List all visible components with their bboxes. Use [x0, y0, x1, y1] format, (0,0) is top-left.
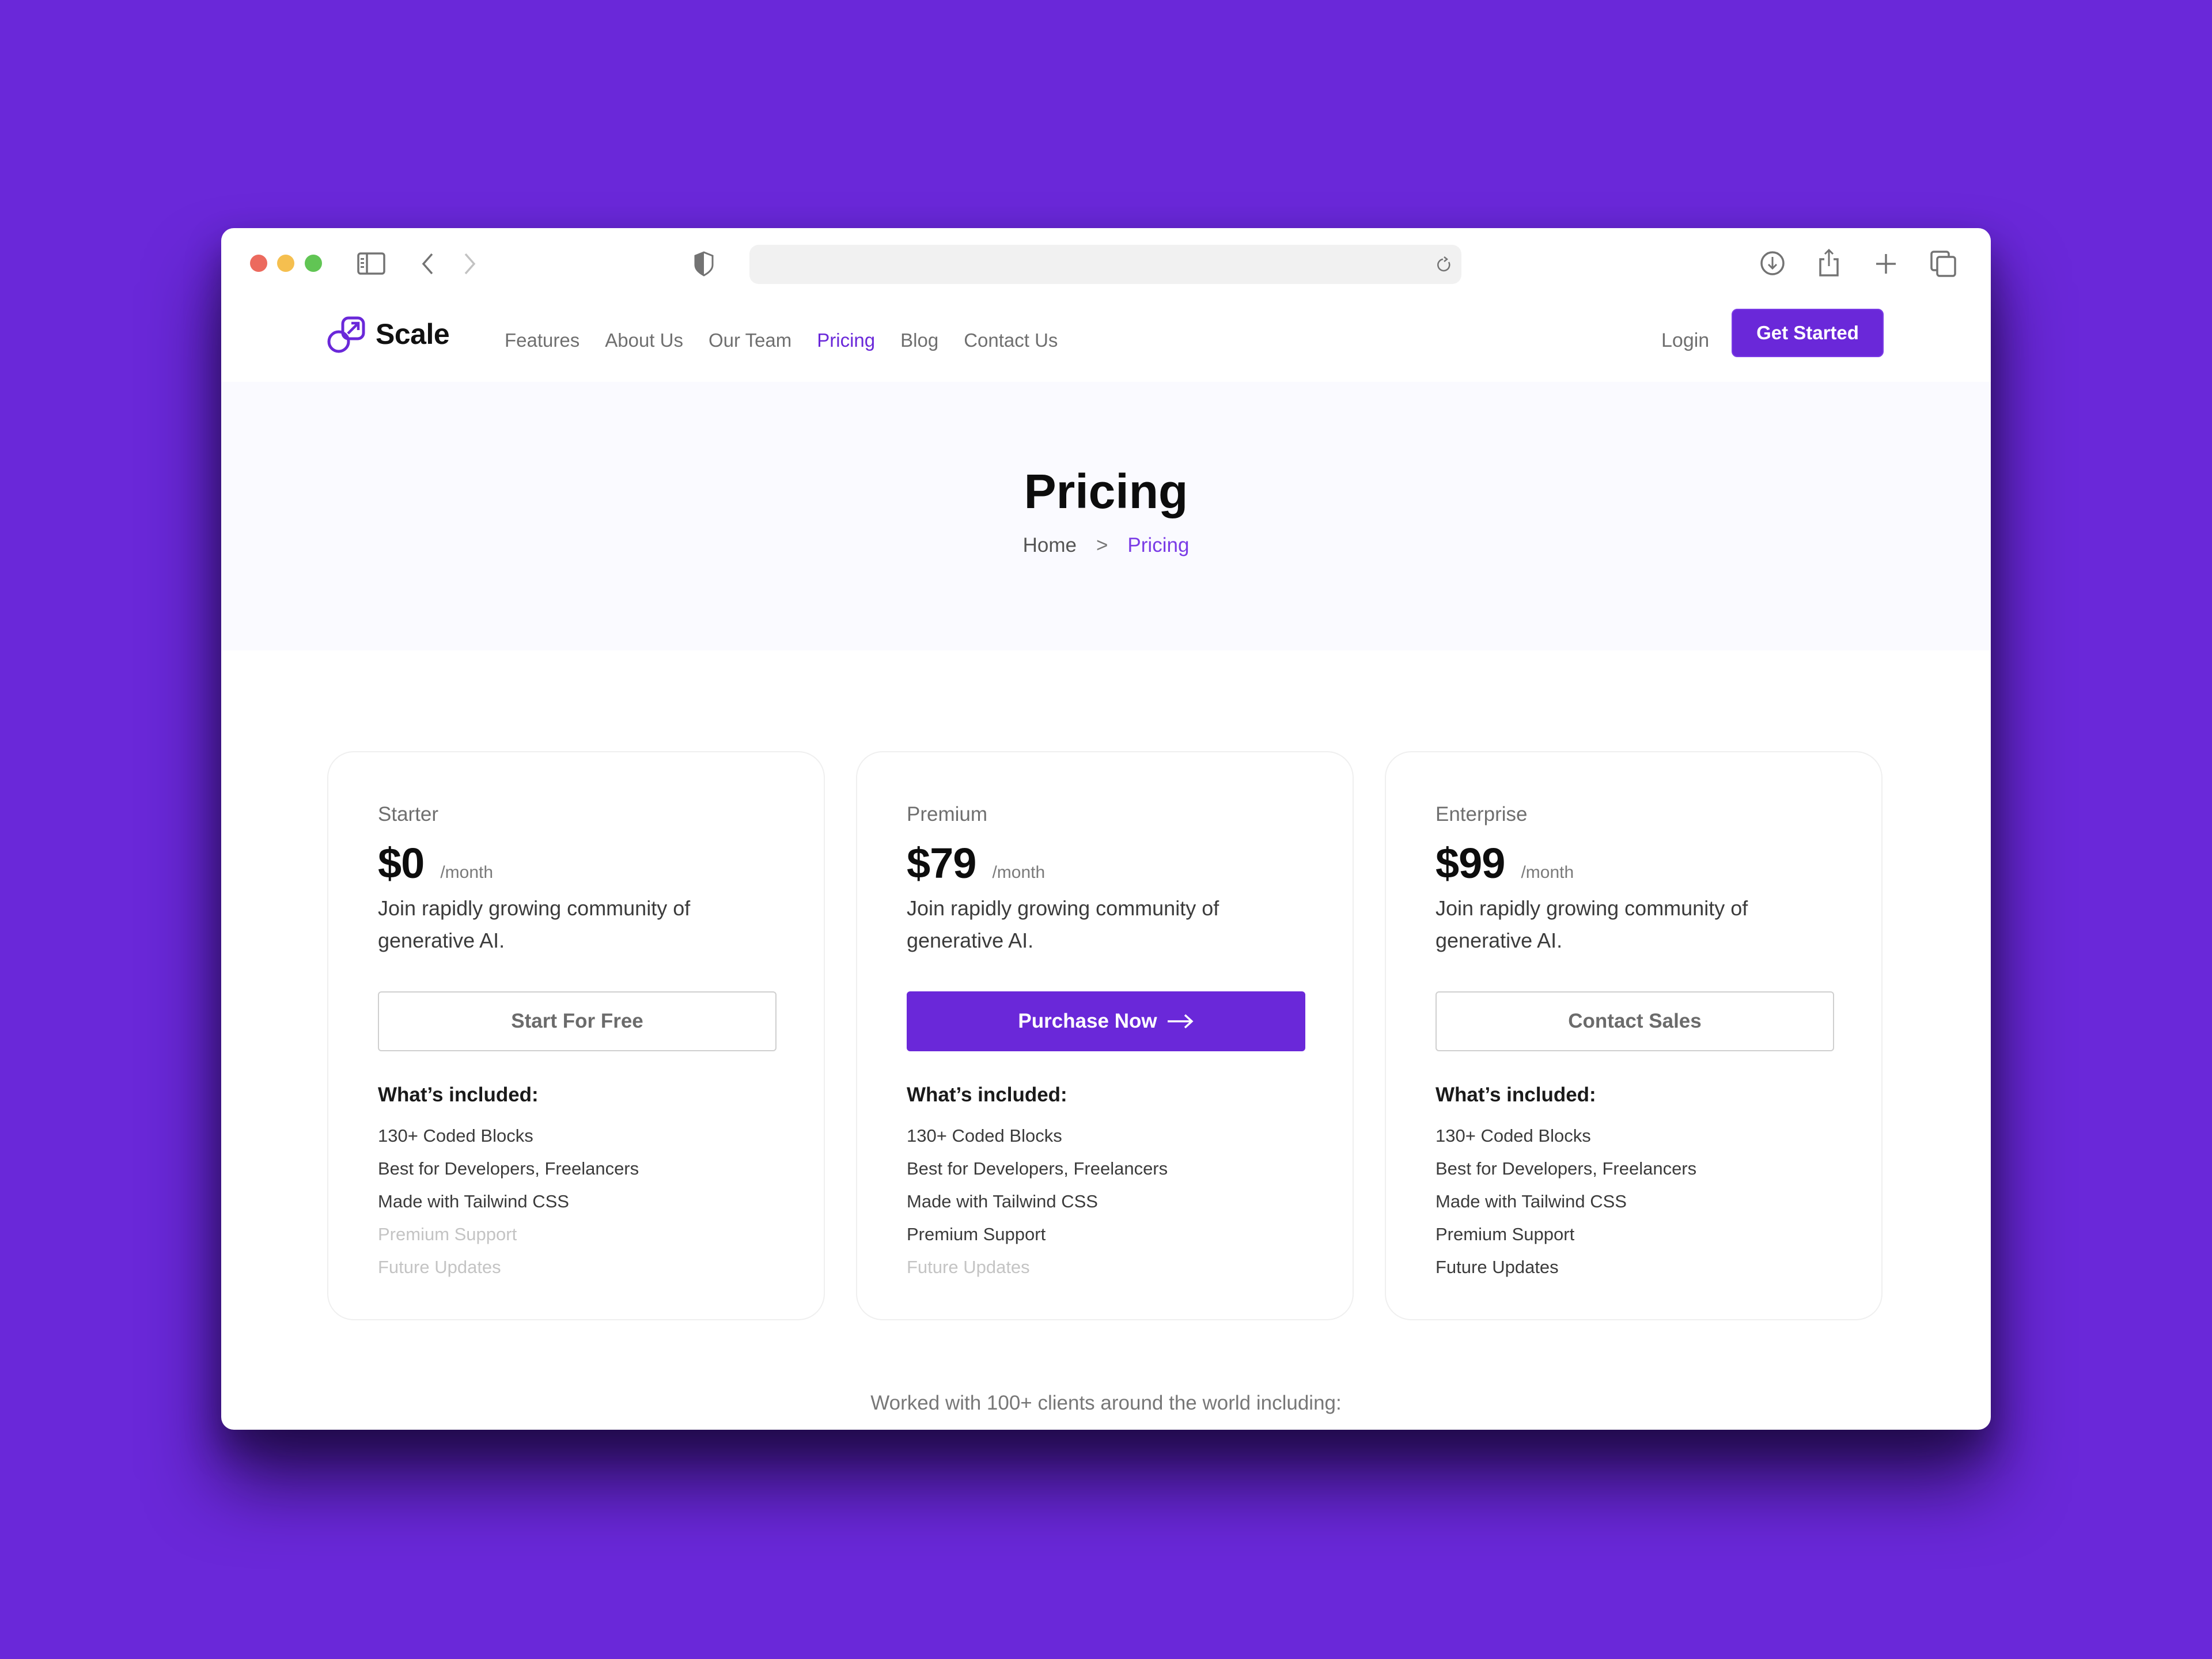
minimize-window-button[interactable]	[277, 255, 294, 272]
close-window-button[interactable]	[250, 255, 267, 272]
page-hero: Pricing Home > Pricing	[221, 382, 1991, 650]
feature-item: Best for Developers, Freelancers	[1435, 1158, 1697, 1179]
nav-link-pricing[interactable]: Pricing	[817, 329, 875, 351]
share-icon[interactable]	[1817, 248, 1841, 278]
tabs-overview-icon[interactable]	[1930, 250, 1957, 278]
price-row: $0 /month	[378, 839, 774, 888]
feature-list: 130+ Coded Blocks Best for Developers, F…	[907, 1119, 1303, 1283]
get-started-button[interactable]: Get Started	[1732, 309, 1884, 357]
button-label: Contact Sales	[1568, 1010, 1702, 1032]
button-label: Purchase Now	[1018, 1010, 1157, 1032]
purchase-now-button[interactable]: Purchase Now	[907, 991, 1305, 1051]
sidebar-icon[interactable]	[357, 252, 386, 275]
contact-sales-button[interactable]: Contact Sales	[1435, 991, 1834, 1051]
nav-link-about-us[interactable]: About Us	[605, 329, 683, 351]
pricing-cards: Starter $0 /month Join rapidly growing c…	[327, 751, 1883, 1320]
shield-icon[interactable]	[694, 251, 714, 276]
plan-price: $99	[1435, 839, 1505, 887]
plan-description: Join rapidly growing community of genera…	[378, 896, 691, 952]
nav-link-our-team[interactable]: Our Team	[709, 329, 791, 351]
plus-icon[interactable]	[1874, 252, 1897, 275]
main-nav: Features About Us Our Team Pricing Blog …	[505, 301, 1083, 380]
price-row: $99 /month	[1435, 839, 1832, 888]
feature-item-excluded: Premium Support	[378, 1224, 517, 1244]
plan-name: Starter	[378, 803, 439, 825]
address-bar[interactable]	[749, 245, 1461, 284]
feature-item: Premium Support	[1435, 1224, 1575, 1244]
feature-item: Future Updates	[1435, 1257, 1559, 1277]
pricing-card-premium: Premium $79 /month Join rapidly growing …	[856, 751, 1354, 1320]
plan-price: $79	[907, 839, 976, 887]
feature-list: 130+ Coded Blocks Best for Developers, F…	[378, 1119, 774, 1283]
feature-item: Made with Tailwind CSS	[907, 1191, 1098, 1211]
pricing-card-starter: Starter $0 /month Join rapidly growing c…	[327, 751, 825, 1320]
plan-name: Enterprise	[1435, 803, 1528, 825]
breadcrumb-home[interactable]: Home	[1023, 534, 1077, 557]
plan-period: /month	[440, 863, 494, 882]
feature-item-excluded: Future Updates	[907, 1257, 1030, 1277]
breadcrumb-current: Pricing	[1127, 534, 1190, 556]
feature-item-excluded: Future Updates	[378, 1257, 501, 1277]
feature-item: 130+ Coded Blocks	[1435, 1126, 1591, 1146]
chevron-right-icon[interactable]	[462, 252, 478, 275]
nav-link-features[interactable]: Features	[505, 329, 579, 351]
pricing-card-enterprise: Enterprise $99 /month Join rapidly growi…	[1385, 751, 1883, 1320]
feature-list: 130+ Coded Blocks Best for Developers, F…	[1435, 1119, 1832, 1283]
page-title: Pricing	[1024, 464, 1188, 518]
plan-description: Join rapidly growing community of genera…	[907, 896, 1219, 952]
feature-item: Made with Tailwind CSS	[1435, 1191, 1627, 1211]
included-title: What’s included:	[378, 1084, 539, 1106]
breadcrumb: Home > Pricing	[221, 534, 1991, 557]
feature-item: Made with Tailwind CSS	[378, 1191, 569, 1211]
plan-price: $0	[378, 839, 425, 887]
feature-item: Best for Developers, Freelancers	[907, 1158, 1168, 1179]
nav-link-contact-us[interactable]: Contact Us	[964, 329, 1058, 351]
start-for-free-button[interactable]: Start For Free	[378, 991, 777, 1051]
site-header: Scale Features About Us Our Team Pricing…	[221, 301, 1991, 380]
feature-item: Premium Support	[907, 1224, 1046, 1244]
download-icon[interactable]	[1759, 250, 1786, 276]
button-label: Start For Free	[511, 1010, 643, 1032]
brand-logo[interactable]: Scale	[327, 315, 450, 354]
brand-name: Scale	[376, 318, 450, 350]
reload-icon[interactable]	[1436, 255, 1453, 275]
breadcrumb-separator: >	[1096, 534, 1108, 556]
arrow-right-icon	[1167, 1014, 1194, 1029]
plan-description: Join rapidly growing community of genera…	[1435, 896, 1748, 952]
price-row: $79 /month	[907, 839, 1303, 888]
zoom-window-button[interactable]	[305, 255, 322, 272]
clients-tagline: Worked with 100+ clients around the worl…	[870, 1392, 1342, 1414]
included-title: What’s included:	[1435, 1084, 1596, 1106]
browser-window: Scale Features About Us Our Team Pricing…	[221, 228, 1991, 1430]
feature-item: Best for Developers, Freelancers	[378, 1158, 639, 1179]
login-link[interactable]: Login	[1661, 301, 1709, 380]
plan-name: Premium	[907, 803, 988, 825]
logo-icon	[327, 316, 365, 353]
feature-item: 130+ Coded Blocks	[378, 1126, 533, 1146]
included-title: What’s included:	[907, 1084, 1067, 1106]
chevron-left-icon[interactable]	[419, 252, 435, 275]
nav-link-blog[interactable]: Blog	[900, 329, 938, 351]
feature-item: 130+ Coded Blocks	[907, 1126, 1062, 1146]
browser-toolbar	[221, 228, 1991, 301]
plan-period: /month	[1521, 863, 1574, 882]
plan-period: /month	[992, 863, 1046, 882]
